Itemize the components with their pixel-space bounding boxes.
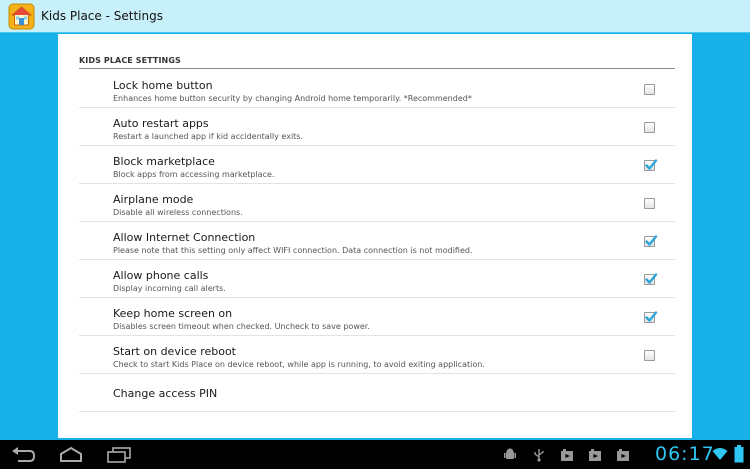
setting-title: Start on device reboot <box>113 345 236 358</box>
setting-auto-restart-apps[interactable]: Auto restart apps Restart a launched app… <box>79 108 675 146</box>
battery-icon <box>734 445 744 463</box>
lock-home-button-checkbox[interactable] <box>644 84 655 95</box>
checkmark-icon <box>645 159 658 170</box>
setting-block-marketplace[interactable]: Block marketplace Block apps from access… <box>79 146 675 184</box>
setting-lock-home-button[interactable]: Lock home button Enhances home button se… <box>79 70 675 108</box>
airplane-mode-checkbox[interactable] <box>644 198 655 209</box>
kids-place-app-icon <box>8 3 35 30</box>
setting-summary: Please note that this setting only affec… <box>113 246 473 255</box>
checkmark-icon <box>645 235 658 246</box>
setting-summary: Disables screen timeout when checked. Un… <box>113 322 370 331</box>
home-icon[interactable] <box>58 446 84 464</box>
window-title: Kids Place - Settings <box>41 9 163 23</box>
allow-internet-connection-checkbox[interactable] <box>644 235 658 247</box>
allow-phone-calls-checkbox[interactable] <box>644 273 658 285</box>
setting-start-on-device-reboot[interactable]: Start on device reboot Check to start Ki… <box>79 336 675 374</box>
setting-change-access-pin[interactable]: Change access PIN <box>79 374 675 412</box>
system-navigation-bar: 06:17 <box>0 440 750 469</box>
setting-summary: Enhances home button security by changin… <box>113 94 472 103</box>
setting-title: Airplane mode <box>113 193 194 206</box>
setting-summary: Restart a launched app if kid accidental… <box>113 132 304 141</box>
checkmark-icon <box>645 311 658 322</box>
start-on-device-reboot-checkbox[interactable] <box>644 350 655 361</box>
setting-title: Block marketplace <box>113 155 215 168</box>
settings-panel: KIDS PLACE SETTINGS Lock home button Enh… <box>58 34 692 438</box>
setting-airplane-mode[interactable]: Airplane mode Disable all wireless conne… <box>79 184 675 222</box>
setting-summary: Disable all wireless connections. <box>113 208 243 217</box>
section-divider <box>79 68 675 69</box>
setting-title: Change access PIN <box>113 387 218 400</box>
setting-keep-home-screen-on[interactable]: Keep home screen on Disables screen time… <box>79 298 675 336</box>
usb-icon <box>534 449 544 462</box>
media-icon <box>561 449 573 461</box>
recent-apps-icon[interactable] <box>106 446 132 464</box>
status-clock: 06:17 <box>655 443 715 465</box>
wifi-icon <box>712 448 728 460</box>
setting-allow-phone-calls[interactable]: Allow phone calls Display incoming call … <box>79 260 675 298</box>
setting-summary: Block apps from accessing marketplace. <box>113 170 275 179</box>
media-icon <box>589 449 601 461</box>
action-bar: Kids Place - Settings <box>0 0 750 33</box>
setting-summary: Check to start Kids Place on device rebo… <box>113 360 485 369</box>
setting-summary: Display incoming call alerts. <box>113 284 226 293</box>
setting-title: Allow Internet Connection <box>113 231 256 244</box>
block-marketplace-checkbox[interactable] <box>644 159 658 171</box>
setting-title: Lock home button <box>113 79 213 92</box>
checkmark-icon <box>645 273 658 284</box>
media-icon <box>617 449 629 461</box>
setting-title: Keep home screen on <box>113 307 233 320</box>
auto-restart-apps-checkbox[interactable] <box>644 122 655 133</box>
setting-title: Allow phone calls <box>113 269 209 282</box>
setting-title: Auto restart apps <box>113 117 209 130</box>
back-icon[interactable] <box>10 446 36 464</box>
android-debug-icon <box>504 448 516 459</box>
keep-home-screen-on-checkbox[interactable] <box>644 311 658 323</box>
setting-allow-internet-connection[interactable]: Allow Internet Connection Please note th… <box>79 222 675 260</box>
